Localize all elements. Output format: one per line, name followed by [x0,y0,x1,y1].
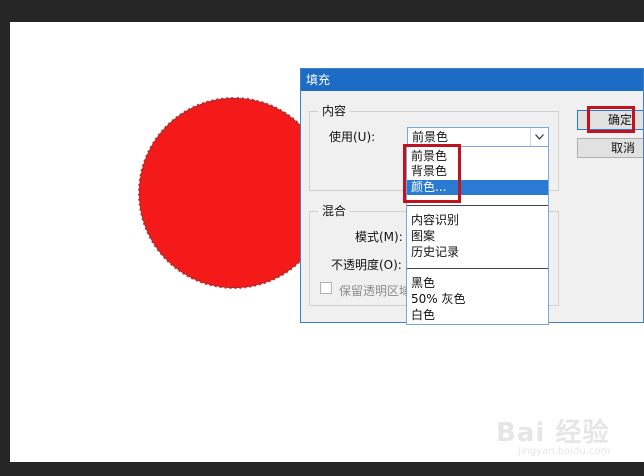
blend-group-title: 混合 [318,203,351,219]
use-select-value: 前景色 [412,130,449,144]
mode-label: 模式(M): [355,230,403,244]
dropdown-option-pattern[interactable]: 图案 [411,229,435,244]
chevron-down-icon[interactable] [530,128,548,146]
preserve-transparency-checkbox[interactable] [320,282,332,294]
dropdown-option-white[interactable]: 白色 [411,308,435,323]
dropdown-separator [407,205,548,206]
annotation-highlight-ok [587,106,635,133]
watermark-url: jingyan.baidu.com [518,446,611,457]
use-label: 使用(U): [329,130,376,144]
cancel-button-label: 取消 [610,141,635,155]
cancel-button[interactable]: 取消 [577,138,643,158]
watermark-logo: Bai 经验 [496,418,610,448]
preserve-transparency-label: 保留透明区域 [339,284,412,298]
dropdown-option-black[interactable]: 黑色 [411,276,435,291]
dropdown-option-content-aware[interactable]: 内容识别 [411,213,459,228]
dropdown-option-gray[interactable]: 50% 灰色 [411,292,466,307]
opacity-label: 不透明度(O): [331,258,402,272]
content-group-title: 内容 [318,103,351,119]
dialog-title: 填充 [301,69,643,91]
dropdown-option-history[interactable]: 历史记录 [411,245,459,260]
annotation-highlight-options [403,144,461,203]
dropdown-separator [407,268,548,269]
